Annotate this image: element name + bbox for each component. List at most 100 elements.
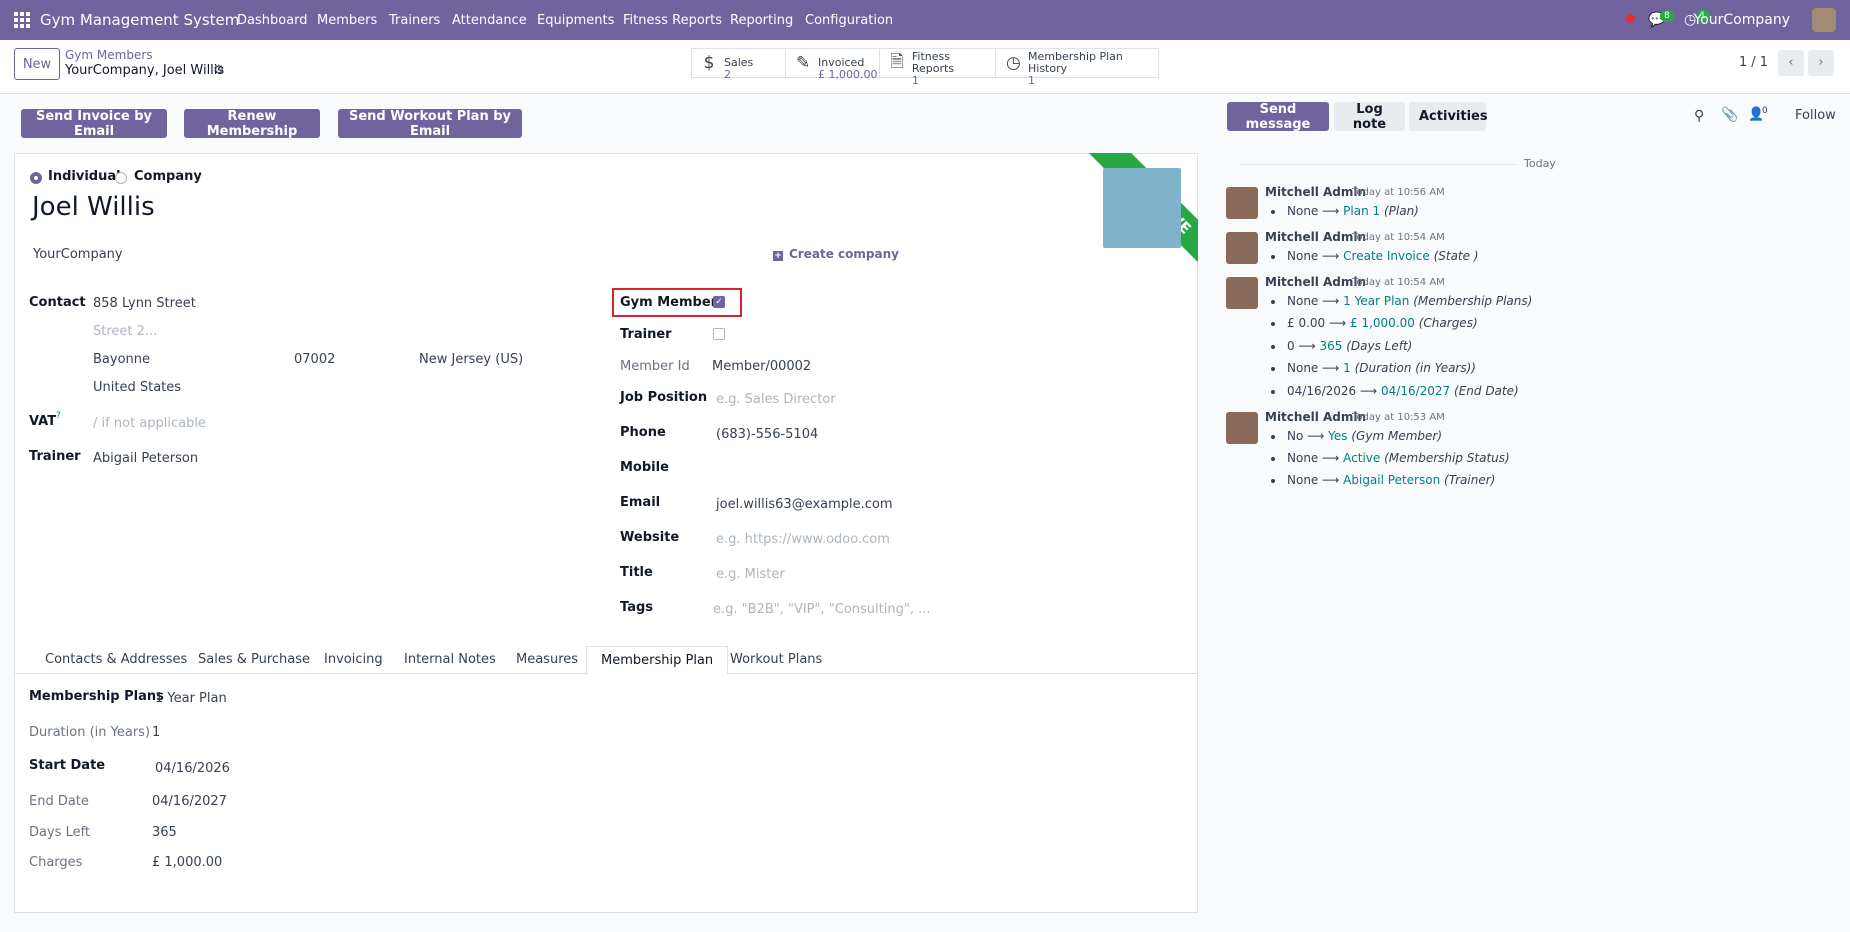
- individual-label[interactable]: Individual: [48, 169, 121, 184]
- author-name[interactable]: Mitchell Admin: [1265, 230, 1366, 244]
- tab-contacts-addresses[interactable]: Contacts & Addresses: [31, 646, 201, 674]
- send-invoice-button[interactable]: Send Invoice by Email: [21, 109, 167, 139]
- title-field[interactable]: e.g. Mister: [716, 567, 785, 582]
- follow-button[interactable]: Follow: [1795, 108, 1836, 123]
- website-field[interactable]: e.g. https://www.odoo.com: [716, 532, 890, 547]
- tracking-change: 04/16/2026 ⟶ 04/16/2027 (End Date): [1271, 384, 1519, 398]
- membership-plans-field[interactable]: 1 Year Plan: [155, 691, 227, 706]
- menu-trainers[interactable]: Trainers: [389, 13, 440, 28]
- vat-help-icon[interactable]: ?: [56, 411, 61, 421]
- vat-field[interactable]: / if not applicable: [93, 416, 206, 431]
- tracking-change: No ⟶ Yes (Gym Member): [1271, 429, 1442, 443]
- create-company-button[interactable]: + Create company: [773, 247, 899, 261]
- member-name-field[interactable]: Joel Willis: [32, 192, 155, 222]
- tracking-change: None ⟶ Plan 1 (Plan): [1271, 204, 1419, 218]
- author-avatar[interactable]: [1226, 232, 1258, 264]
- date-divider-left: [1240, 164, 1540, 165]
- phone-field[interactable]: (683)-556-5104: [716, 427, 818, 442]
- menu-configuration[interactable]: Configuration: [805, 13, 893, 28]
- menu-equipments[interactable]: Equipments: [537, 13, 614, 28]
- author-name[interactable]: Mitchell Admin: [1265, 410, 1366, 424]
- pager-counter[interactable]: 1 / 1: [1739, 55, 1768, 70]
- job-position-field[interactable]: e.g. Sales Director: [716, 392, 836, 407]
- city-field[interactable]: Bayonne: [93, 352, 150, 367]
- gear-icon[interactable]: ⚙: [213, 63, 225, 78]
- send-workout-plan-button[interactable]: Send Workout Plan by Email: [338, 109, 522, 139]
- duration-label: Duration (in Years): [29, 725, 151, 740]
- member-id-label: Member Id: [620, 359, 690, 374]
- renew-membership-button[interactable]: Renew Membership: [184, 109, 320, 139]
- pager-previous-button[interactable]: ‹: [1778, 50, 1804, 76]
- email-label: Email: [620, 495, 661, 510]
- tab-measures[interactable]: Measures: [502, 646, 592, 674]
- menu-attendance[interactable]: Attendance: [452, 13, 527, 28]
- user-avatar[interactable]: [1812, 8, 1836, 32]
- trainer-checkbox[interactable]: [713, 328, 725, 340]
- street2-field[interactable]: Street 2...: [93, 324, 157, 339]
- state-field[interactable]: New Jersey (US): [419, 352, 523, 367]
- author-avatar[interactable]: [1226, 187, 1258, 219]
- menu-members[interactable]: Members: [317, 13, 377, 28]
- top-navbar: Gym Management System Dashboard Members …: [0, 0, 1850, 40]
- tracking-change: None ⟶ Active (Membership Status): [1271, 451, 1510, 465]
- smart-button-membership-plan-history[interactable]: ◷ Membership Plan History 1: [995, 48, 1159, 87]
- tags-field[interactable]: e.g. "B2B", "VIP", "Consulting", ...: [713, 602, 930, 617]
- individual-radio[interactable]: [30, 172, 42, 184]
- menu-dashboard[interactable]: Dashboard: [237, 13, 308, 28]
- membership-plans-label: Membership Plans: [29, 689, 164, 704]
- gym-member-checkbox[interactable]: ✓: [713, 296, 725, 308]
- country-field[interactable]: United States: [93, 380, 181, 395]
- street-field[interactable]: 858 Lynn Street: [93, 296, 196, 311]
- followers-count: 0: [1762, 106, 1768, 116]
- activities-button[interactable]: Activities: [1409, 102, 1488, 131]
- message-time: Today at 10:56 AM: [1352, 187, 1445, 198]
- company-radio[interactable]: [115, 172, 127, 184]
- smart-label: Membership Plan History: [1028, 50, 1123, 75]
- smart-button-fitness-reports[interactable]: 🗎 Fitness Reports 1: [879, 48, 996, 87]
- mobile-field[interactable]: [716, 458, 896, 478]
- tab-internal-notes[interactable]: Internal Notes: [390, 646, 510, 674]
- apps-menu-icon[interactable]: [14, 12, 30, 28]
- author-name[interactable]: Mitchell Admin: [1265, 185, 1366, 199]
- author-avatar[interactable]: [1226, 277, 1258, 309]
- message-time: Today at 10:54 AM: [1352, 232, 1445, 243]
- file-icon: 🗎: [890, 51, 904, 72]
- tab-workout-plans[interactable]: Workout Plans: [716, 646, 836, 674]
- start-date-field[interactable]: 04/16/2026: [155, 761, 230, 776]
- days-left-label: Days Left: [29, 825, 91, 840]
- smart-value: 1: [1028, 74, 1035, 87]
- menu-fitness-reports[interactable]: Fitness Reports: [623, 13, 722, 28]
- parent-company-field[interactable]: YourCompany: [33, 247, 123, 262]
- company-label[interactable]: Company: [134, 169, 202, 184]
- tab-invoicing[interactable]: Invoicing: [310, 646, 397, 674]
- trainer-field[interactable]: Abigail Peterson: [93, 451, 198, 466]
- smart-button-sales[interactable]: $ Sales 2: [691, 48, 786, 81]
- smart-value: 1: [911, 74, 919, 87]
- smart-label: Fitness Reports: [911, 50, 955, 75]
- menu-reporting[interactable]: Reporting: [730, 13, 793, 28]
- tracking-change: None ⟶ 1 Year Plan (Membership Plans): [1271, 294, 1532, 308]
- search-icon[interactable]: ⚲: [1694, 108, 1704, 124]
- tracking-change: None ⟶ Create Invoice (State ): [1271, 249, 1479, 263]
- recording-dot-icon[interactable]: [1626, 14, 1635, 23]
- author-avatar[interactable]: [1226, 412, 1258, 444]
- author-name[interactable]: Mitchell Admin: [1265, 275, 1366, 289]
- smart-value: 2: [724, 68, 731, 81]
- app-brand[interactable]: Gym Management System: [40, 11, 239, 29]
- new-button[interactable]: New: [14, 48, 60, 80]
- zip-field[interactable]: 07002: [294, 352, 335, 367]
- tab-sales-purchase[interactable]: Sales & Purchase: [184, 646, 324, 674]
- pager-next-button[interactable]: ›: [1808, 50, 1834, 76]
- breadcrumb-parent[interactable]: Gym Members: [65, 48, 153, 62]
- company-switcher[interactable]: YourCompany: [1694, 12, 1791, 28]
- smart-button-invoiced[interactable]: ✎ Invoiced £ 1,000.00: [785, 48, 880, 81]
- email-field[interactable]: joel.willis63@example.com: [716, 497, 893, 512]
- send-message-button[interactable]: Send message: [1227, 102, 1329, 132]
- tracking-change: None ⟶ 1 (Duration (in Years)): [1271, 361, 1476, 375]
- paperclip-icon[interactable]: 📎: [1721, 107, 1738, 123]
- breadcrumb-title: YourCompany, Joel Willis: [65, 63, 225, 78]
- website-label: Website: [620, 530, 680, 545]
- log-note-button[interactable]: Log note: [1334, 102, 1405, 132]
- member-photo[interactable]: [1103, 168, 1181, 248]
- tab-membership-plan[interactable]: Membership Plan: [586, 646, 729, 675]
